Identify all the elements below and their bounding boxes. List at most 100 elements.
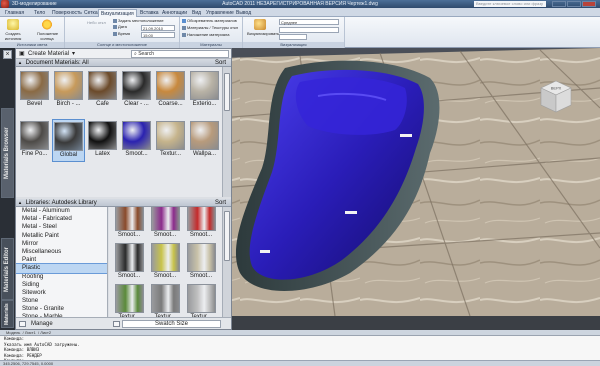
library-material-tile[interactable]: Smoot... bbox=[111, 242, 147, 281]
document-material-tile[interactable]: Coarse... bbox=[154, 69, 187, 112]
sun-status-button[interactable]: Положение солнца bbox=[37, 19, 58, 41]
library-material-tile[interactable]: Smoot... bbox=[111, 207, 147, 240]
render-output-size[interactable] bbox=[279, 34, 307, 40]
library-material-tile[interactable]: Textur... bbox=[147, 283, 183, 317]
tab-mesh[interactable]: Сетка bbox=[82, 9, 100, 17]
document-material-tile[interactable]: Smoot... bbox=[120, 119, 153, 162]
material-search-input[interactable]: ⌕ Search bbox=[131, 50, 229, 58]
scroll-thumb[interactable] bbox=[224, 211, 230, 261]
library-header[interactable]: ▴ Libraries: Autodesk Library Sort bbox=[16, 199, 231, 207]
materials-browser-button[interactable]: Обозреватель материалов bbox=[182, 18, 237, 24]
calendar-icon bbox=[113, 24, 117, 29]
material-swatch bbox=[150, 243, 180, 272]
tab-insert[interactable]: Вставка bbox=[138, 9, 161, 17]
command-line[interactable]: Команда: Указать имя AutoCAD загружены. … bbox=[0, 335, 600, 363]
browser-toolbar: ▣ Create Material ▾ ⌕ Search bbox=[16, 49, 231, 59]
create-light-button[interactable]: Создать источник света bbox=[3, 19, 23, 46]
tab-output[interactable]: Вывод bbox=[234, 9, 253, 17]
sort-menu-document[interactable]: Sort bbox=[215, 59, 226, 67]
document-materials-scrollbar[interactable] bbox=[222, 67, 231, 197]
close-icon[interactable]: × bbox=[3, 50, 12, 59]
library-material-tile[interactable]: Textur... bbox=[111, 283, 147, 317]
library-category-item[interactable]: Metallic Paint bbox=[16, 232, 107, 240]
material-label: Smoot... bbox=[125, 151, 148, 157]
library-material-tile[interactable]: Smoot... bbox=[183, 207, 219, 240]
render-button[interactable]: Визуализировать bbox=[247, 19, 279, 41]
document-material-tile[interactable]: Wallpa... bbox=[188, 119, 221, 162]
time-field[interactable]: 15:00 bbox=[141, 32, 175, 38]
create-material-button[interactable]: Create Material bbox=[28, 50, 69, 58]
document-material-tile[interactable]: Fine Po... bbox=[18, 119, 51, 162]
ribbon-tabs: Главная Тело Поверхность Сетка Визуализа… bbox=[0, 8, 600, 17]
globe-icon bbox=[113, 18, 117, 23]
tab-materials-editor[interactable]: Materials Editor bbox=[1, 238, 14, 300]
library-category-item[interactable]: Mirror bbox=[16, 240, 107, 248]
document-material-tile[interactable]: Bevel bbox=[18, 69, 51, 112]
tab-materials-browser-lower[interactable]: Materials Browser bbox=[1, 300, 21, 328]
library-category-item[interactable]: Plastic bbox=[16, 263, 107, 274]
tab-manage[interactable]: Управление bbox=[204, 9, 236, 17]
manage-button[interactable]: Manage bbox=[31, 320, 53, 328]
library-category-item[interactable]: Metal - Aluminum bbox=[16, 207, 107, 215]
close-button[interactable] bbox=[582, 1, 596, 7]
library-category-item[interactable]: Metal - Steel bbox=[16, 223, 107, 231]
library-category-item[interactable]: Paint bbox=[16, 256, 107, 264]
library-material-tile[interactable]: Textur... bbox=[183, 283, 219, 317]
materials-textures-button[interactable]: Материалы / Текстуры откл bbox=[182, 25, 238, 31]
tab-materials-browser[interactable]: Materials Browser bbox=[1, 108, 14, 198]
document-material-tile[interactable]: Cafe bbox=[86, 69, 119, 112]
material-label: Smoot... bbox=[117, 273, 141, 279]
library-icon[interactable] bbox=[19, 321, 26, 327]
tab-home[interactable]: Главная bbox=[3, 9, 26, 17]
tab-render[interactable]: Визуализация bbox=[98, 9, 137, 17]
material-swatch bbox=[20, 121, 49, 150]
tab-annotate[interactable]: Аннотации bbox=[160, 9, 189, 17]
material-mapping-button[interactable]: Наложение материала bbox=[182, 32, 230, 38]
texture-icon bbox=[182, 25, 186, 30]
render-preset-select[interactable] bbox=[279, 27, 339, 33]
material-label: Global bbox=[59, 152, 78, 158]
material-swatch bbox=[150, 284, 180, 313]
document-material-tile[interactable]: Clear - ... bbox=[120, 69, 153, 112]
tab-view[interactable]: Вид bbox=[190, 9, 203, 17]
library-material-tile[interactable]: Smoot... bbox=[183, 242, 219, 281]
document-material-tile[interactable]: Latex bbox=[86, 119, 119, 162]
sort-menu-library[interactable]: Sort bbox=[215, 199, 226, 207]
swatch-size-control[interactable]: Swatch Size bbox=[122, 320, 221, 328]
tab-surface[interactable]: Поверхность bbox=[50, 9, 84, 17]
tab-solid[interactable]: Тело bbox=[32, 9, 47, 17]
material-swatch bbox=[156, 121, 185, 150]
material-swatch bbox=[122, 121, 151, 150]
library-category-item[interactable]: Miscellaneous bbox=[16, 248, 107, 256]
render-quality-select[interactable]: Среднее bbox=[279, 19, 339, 25]
scroll-thumb[interactable] bbox=[224, 73, 230, 111]
date-field[interactable]: 21.09.2010 bbox=[141, 25, 175, 31]
material-swatch bbox=[88, 121, 117, 150]
library-material-tile[interactable]: Smoot... bbox=[147, 207, 183, 240]
library-category-item[interactable]: Metal - Fabricated bbox=[16, 215, 107, 223]
chevron-down-icon[interactable]: ▾ bbox=[72, 50, 75, 58]
document-material-tile[interactable]: Global bbox=[52, 119, 85, 162]
document-material-tile[interactable]: Birch - ... bbox=[52, 69, 85, 112]
library-scrollbar[interactable] bbox=[222, 207, 231, 317]
help-search-input[interactable]: Введите ключевое слово или фразу bbox=[474, 1, 546, 7]
library-category-item[interactable]: Stone - Granite bbox=[16, 305, 107, 313]
status-bar: 345.2506, 729.7545, 0.0000 bbox=[0, 360, 600, 366]
document-materials-header[interactable]: ▴ Document Materials: All Sort bbox=[16, 59, 231, 67]
viewcube[interactable]: ВЕРХ bbox=[537, 78, 575, 116]
document-material-tile[interactable]: Exterio... bbox=[188, 69, 221, 112]
material-label: Exterio... bbox=[192, 101, 217, 107]
view-options-icon[interactable] bbox=[113, 321, 120, 327]
library-category-item[interactable]: Siding bbox=[16, 281, 107, 289]
material-label: Wallpa... bbox=[192, 151, 217, 157]
minimize-button[interactable] bbox=[552, 1, 566, 7]
create-material-icon[interactable]: ▣ bbox=[19, 50, 25, 58]
library-category-item[interactable]: Stone bbox=[16, 297, 107, 305]
maximize-button[interactable] bbox=[567, 1, 581, 7]
library-category-item[interactable]: Sitework bbox=[16, 289, 107, 297]
sky-off-button[interactable]: Небо откл bbox=[87, 20, 106, 26]
library-material-tile[interactable]: Smoot... bbox=[147, 242, 183, 281]
material-swatch bbox=[114, 284, 144, 313]
document-material-tile[interactable]: Textur... bbox=[154, 119, 187, 162]
library-category-item[interactable]: Roofing bbox=[16, 273, 107, 281]
